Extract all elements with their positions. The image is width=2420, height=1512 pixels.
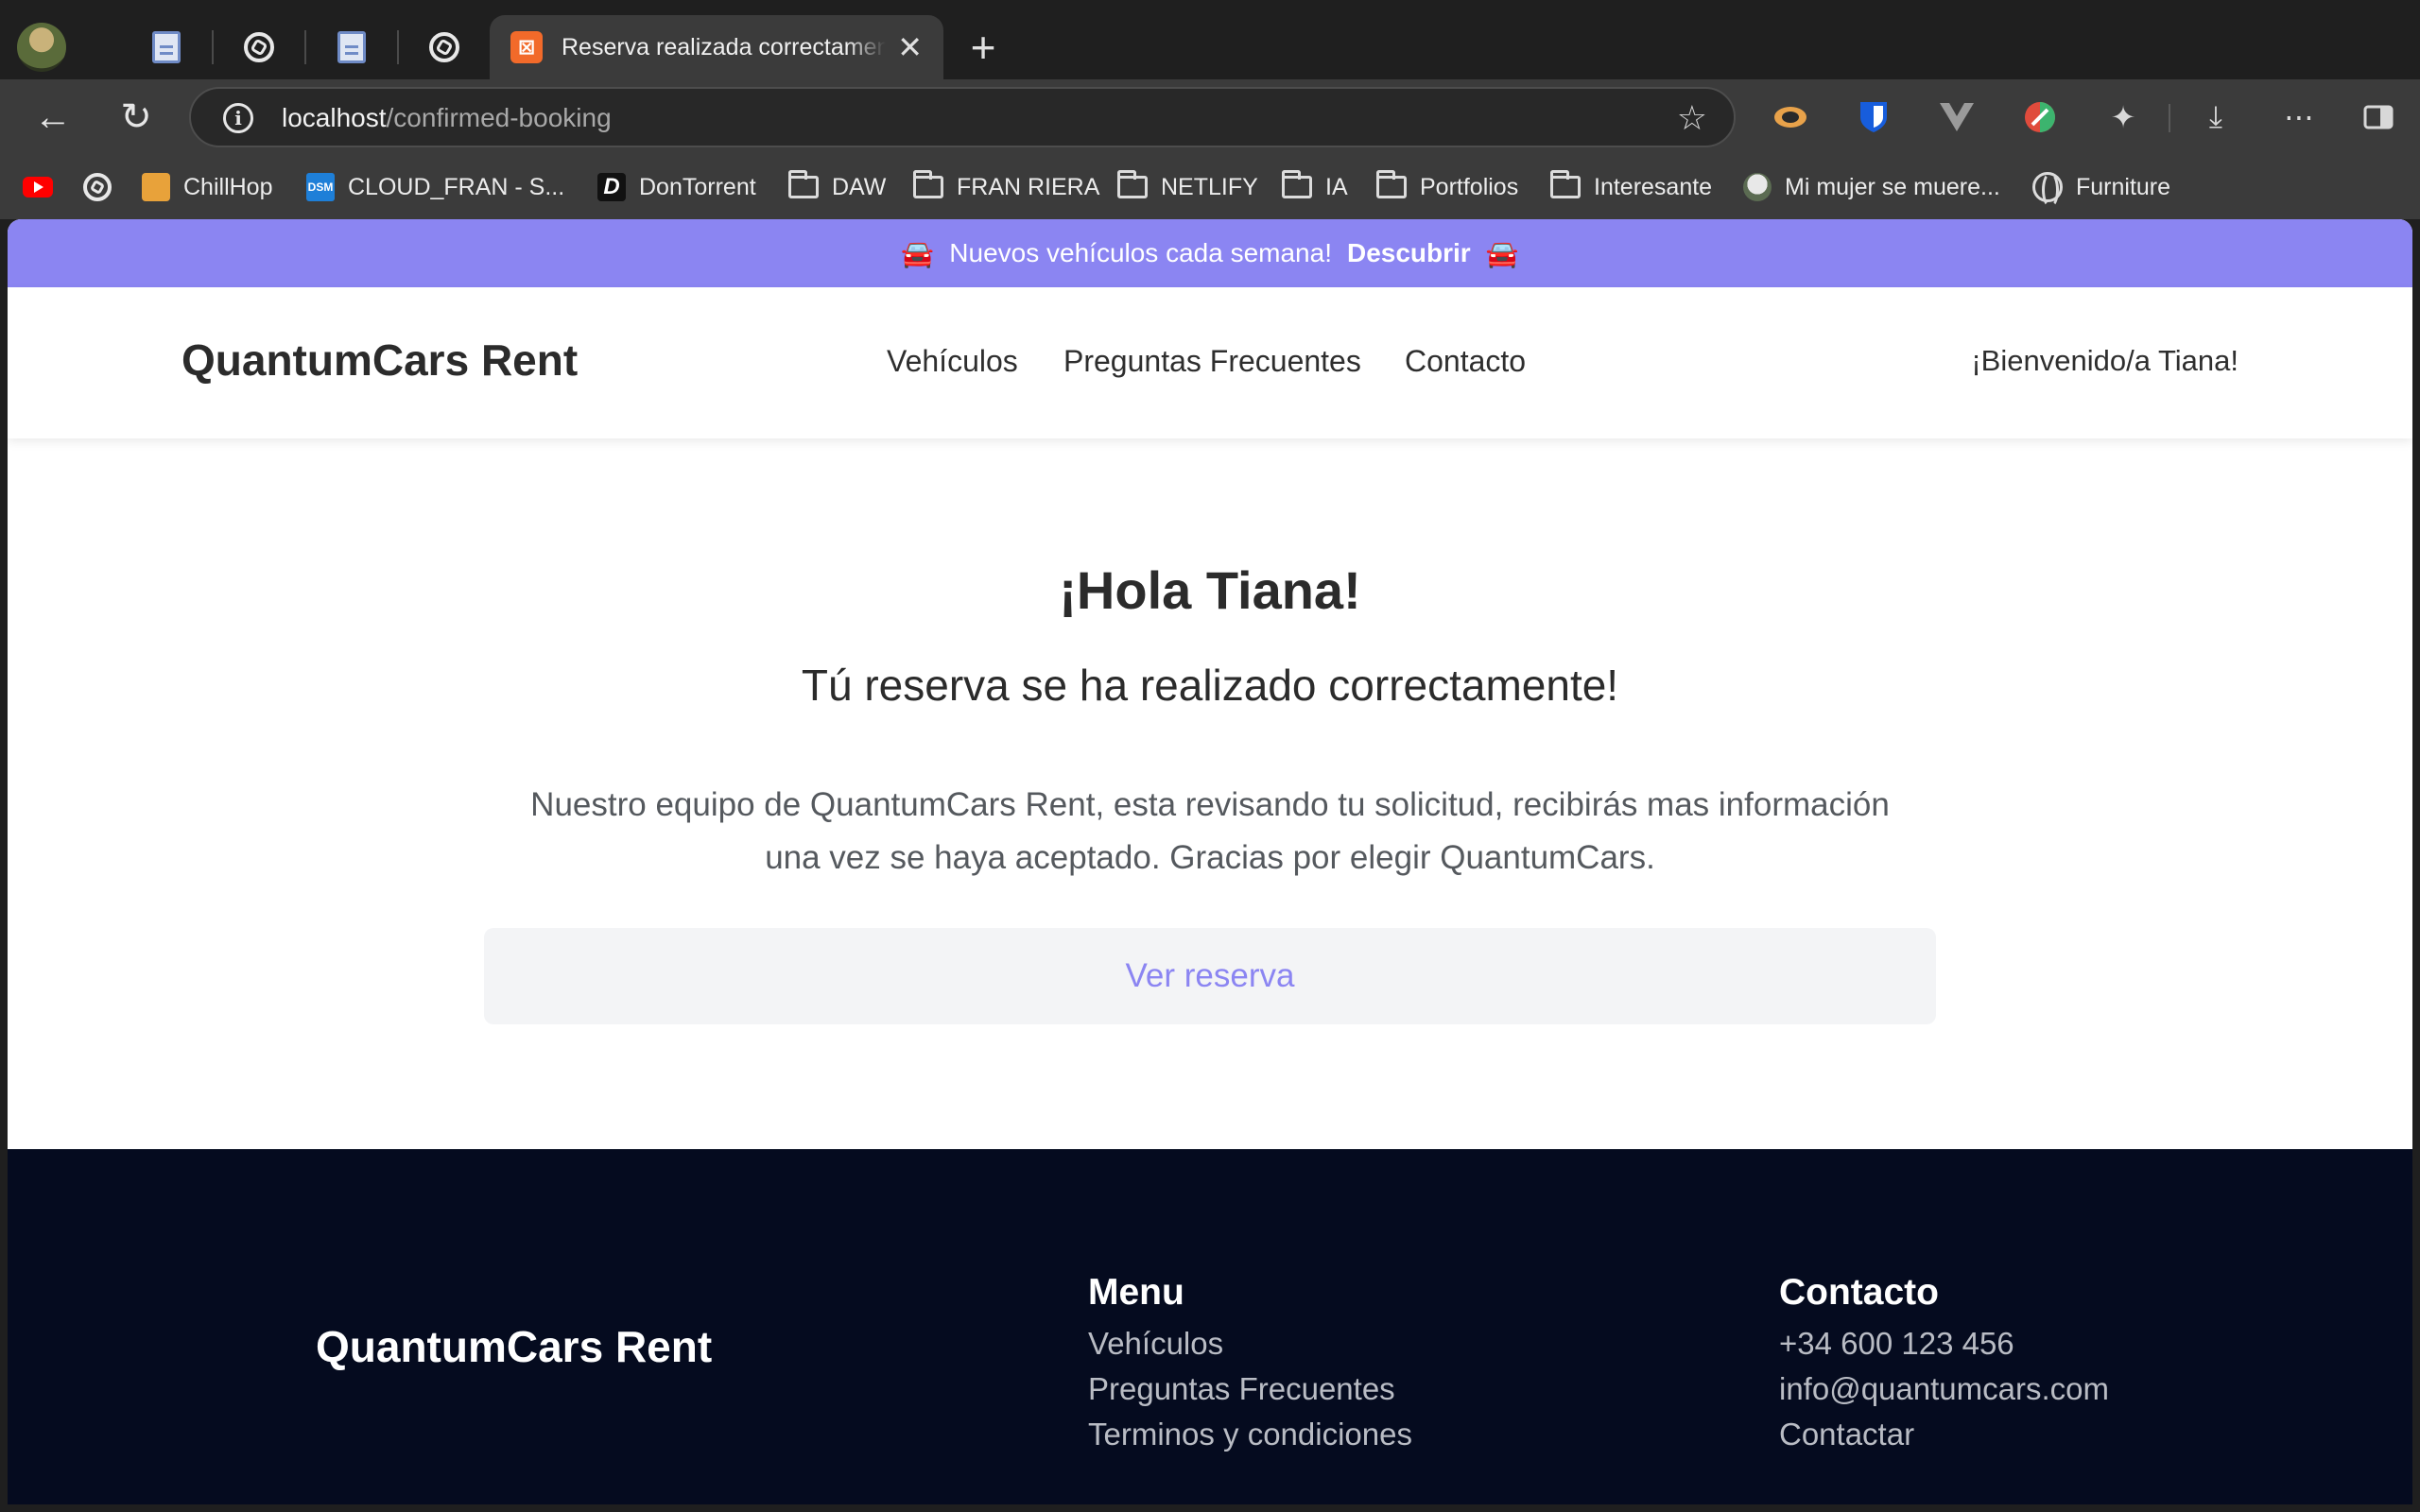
footer-contactar-link[interactable]: Contactar — [1779, 1412, 2109, 1457]
footer-menu-title: Menu — [1088, 1272, 1184, 1313]
tab-divider — [397, 30, 399, 64]
tab-chatgpt[interactable] — [416, 19, 473, 76]
footer-email[interactable]: info@quantumcars.com — [1779, 1366, 2109, 1412]
car-icon: 🚘 — [1485, 238, 1519, 268]
openai-icon — [429, 32, 459, 62]
openai-icon — [244, 32, 274, 62]
site-info-icon[interactable]: i — [223, 103, 253, 133]
view-booking-button[interactable]: Ver reserva — [484, 928, 1936, 1024]
site-logo[interactable]: QuantumCars Rent — [182, 335, 578, 386]
bookmark-folder-portfolios[interactable]: Portfolios — [1376, 168, 1518, 206]
footer-contact-title: Contacto — [1779, 1272, 1939, 1313]
site-header: QuantumCars Rent Vehículos Preguntas Fre… — [8, 287, 2412, 438]
color-picker-extension-icon[interactable] — [2019, 96, 2061, 138]
reload-icon[interactable]: ↻ — [110, 91, 163, 144]
bookmark-folder-netlify[interactable]: NETLIFY — [1117, 168, 1258, 206]
bookmarks-bar: ChillHop DSM CLOUD_FRAN - S... D DonTorren… — [0, 155, 2420, 219]
bookmark-cloud-fran[interactable]: DSM CLOUD_FRAN - S... — [306, 168, 564, 206]
footer-contact: Contacto +34 600 123 456 info@quantumcar… — [1779, 1272, 2109, 1457]
bookmark-folder-ia[interactable]: IA — [1282, 168, 1348, 206]
confirmation-subtitle: Tú reserva se ha realizado correctamente… — [801, 661, 1619, 710]
more-menu-icon[interactable]: ⋯ — [2278, 96, 2320, 138]
tab-document[interactable] — [323, 19, 380, 76]
footer-logo[interactable]: QuantumCars Rent — [316, 1321, 712, 1372]
footer-link-preguntas[interactable]: Preguntas Frecuentes — [1088, 1366, 1412, 1412]
dsm-icon: DSM — [306, 173, 335, 201]
folder-icon — [1376, 170, 1407, 198]
document-icon — [337, 31, 366, 63]
browser-tab-bar: ⊠ Reserva realizada correctamente ✕ + — [0, 0, 2420, 79]
youtube-icon — [23, 177, 53, 198]
chillhop-icon — [142, 173, 170, 201]
vue-devtools-icon[interactable] — [1936, 96, 1978, 138]
promo-banner: 🚘 Nuevos vehículos cada semana! Descubri… — [8, 219, 2412, 287]
promo-discover-link[interactable]: Descubrir — [1347, 238, 1471, 268]
car-icon: 🚘 — [901, 238, 935, 268]
back-arrow-icon[interactable]: ← — [26, 91, 79, 144]
openai-icon — [83, 173, 112, 201]
tab-document[interactable] — [138, 19, 195, 76]
nav-contacto[interactable]: Contacto — [1405, 344, 1526, 379]
message-line: Nuestro equipo de QuantumCars Rent, esta… — [530, 786, 1890, 823]
message-line: una vez se haya aceptado. Gracias por el… — [765, 839, 1655, 876]
bookmark-star-icon[interactable]: ☆ — [1677, 98, 1707, 138]
extensions-puzzle-icon[interactable]: ✦ — [2102, 96, 2144, 138]
confirmation-message: Nuestro equipo de QuantumCars Rent, esta… — [480, 779, 1940, 885]
bookmark-youtube[interactable] — [23, 168, 53, 206]
folder-icon — [1282, 170, 1312, 198]
footer-link-vehiculos[interactable]: Vehículos — [1088, 1321, 1412, 1366]
footer-menu: Menu Vehículos Preguntas Frecuentes Term… — [1088, 1272, 1412, 1457]
document-icon — [152, 31, 181, 63]
bookmark-folder-interesante[interactable]: Interesante — [1550, 168, 1712, 206]
close-tab-icon[interactable]: ✕ — [897, 32, 923, 62]
promo-text: Nuevos vehículos cada semana! — [949, 238, 1332, 267]
bookmark-chillhop[interactable]: ChillHop — [142, 168, 272, 206]
globe-icon — [2032, 172, 2063, 208]
tab-title: Reserva realizada correctamente — [562, 33, 887, 60]
sidebar-toggle-icon[interactable] — [2358, 96, 2399, 138]
bookmark-chatgpt[interactable] — [83, 168, 112, 206]
folder-icon — [913, 170, 943, 198]
active-tab[interactable]: ⊠ Reserva realizada correctamente ✕ — [490, 15, 943, 79]
address-bar[interactable]: i localhost/confirmed-booking ☆ — [189, 87, 1736, 147]
bitwarden-shield-icon[interactable] — [1853, 96, 1894, 138]
new-tab-button[interactable]: + — [962, 19, 1004, 76]
site-footer: QuantumCars Rent Menu Vehículos Pregunta… — [8, 1149, 2412, 1504]
bookmark-folder-daw[interactable]: DAW — [788, 168, 886, 206]
url-text[interactable]: localhost/confirmed-booking — [282, 102, 612, 134]
xampp-icon: ⊠ — [510, 31, 543, 63]
footer-link-terminos[interactable]: Terminos y condiciones — [1088, 1412, 1412, 1457]
folder-icon — [1550, 170, 1581, 198]
bookmark-mi-mujer[interactable]: Mi mujer se muere... — [1743, 168, 2000, 206]
download-icon[interactable]: ⤓ — [2195, 96, 2237, 138]
profile-avatar[interactable] — [17, 23, 66, 72]
folder-icon — [788, 170, 819, 198]
nav-vehiculos[interactable]: Vehículos — [887, 344, 1018, 379]
folder-icon — [1117, 170, 1148, 198]
site-icon — [1743, 173, 1772, 201]
nav-preguntas-frecuentes[interactable]: Preguntas Frecuentes — [1063, 344, 1361, 379]
welcome-user[interactable]: ¡Bienvenido/a Tiana! — [1971, 344, 2238, 378]
tab-divider — [304, 30, 306, 64]
bookmark-dontorrent[interactable]: D DonTorrent — [597, 168, 756, 206]
bookmark-folder-fran-riera[interactable]: FRAN RIERA — [913, 168, 1099, 206]
greeting-heading: ¡Hola Tiana! — [1059, 560, 1361, 620]
dontorrent-icon: D — [597, 173, 626, 201]
browser-toolbar: ← ↻ i localhost/confirmed-booking ☆ ✦ ⤓ … — [0, 79, 2420, 155]
tab-divider — [212, 30, 214, 64]
bookmark-furniture[interactable]: Furniture — [2032, 168, 2170, 208]
tab-chatgpt[interactable] — [231, 19, 287, 76]
toolbar-divider — [2169, 104, 2170, 132]
footer-phone[interactable]: +34 600 123 456 — [1779, 1321, 2109, 1366]
extension-fox-icon[interactable] — [1770, 96, 1811, 138]
web-page: 🚘 Nuevos vehículos cada semana! Descubri… — [8, 219, 2412, 1504]
